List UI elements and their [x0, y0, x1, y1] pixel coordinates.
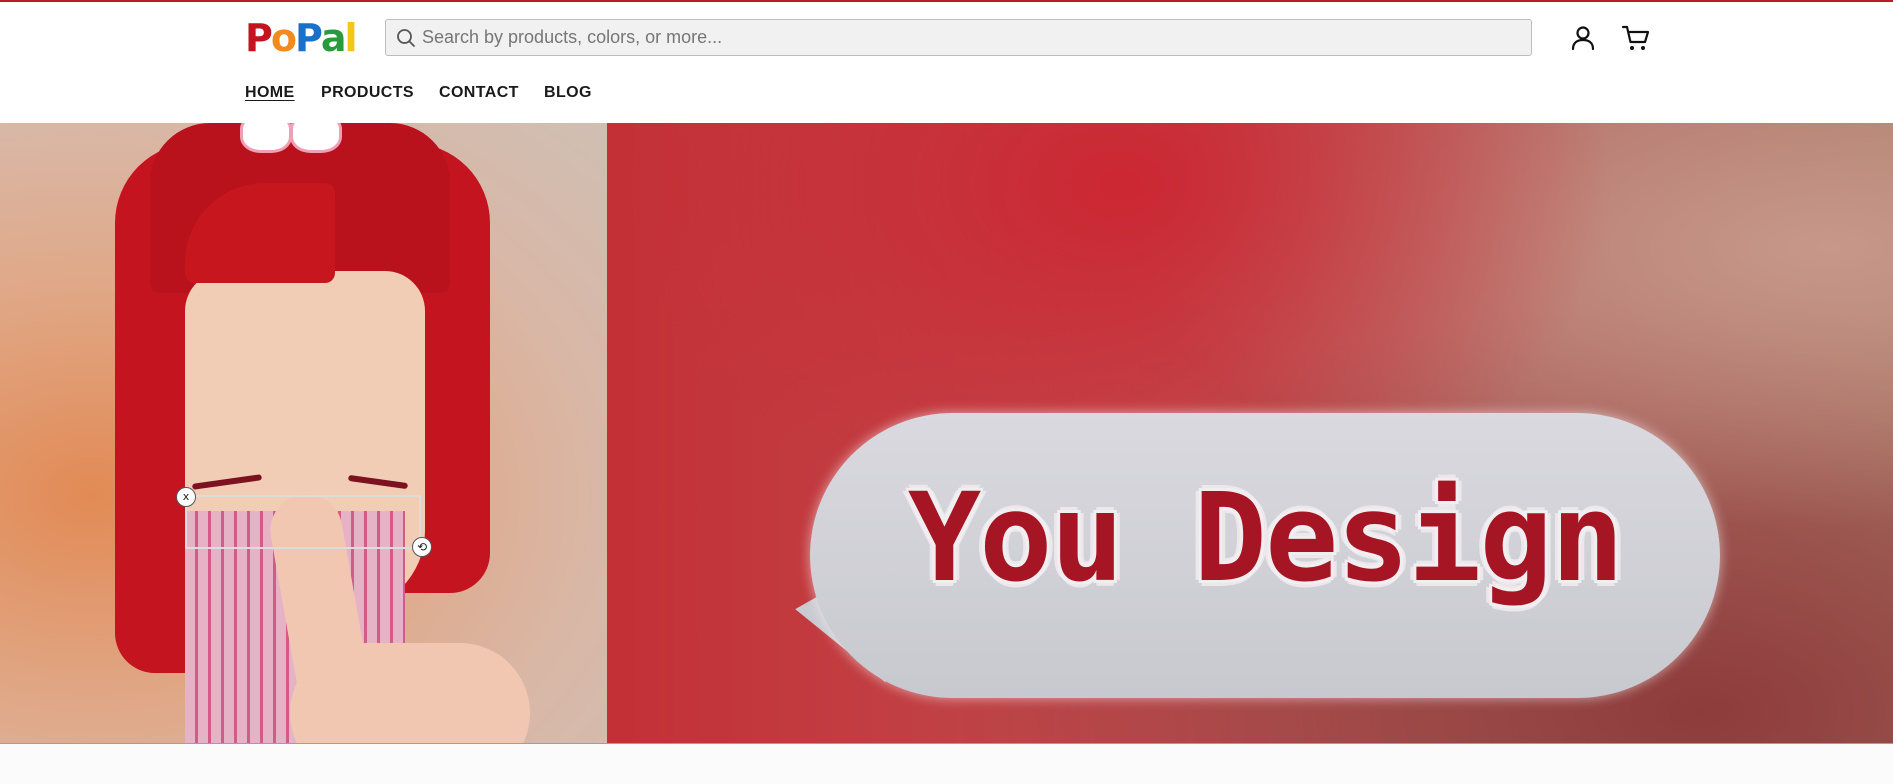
selection-box[interactable] — [185, 495, 421, 549]
below-hero-section — [0, 743, 1893, 784]
nav-item-home[interactable]: HOME — [245, 84, 295, 102]
logo-letter: o — [270, 16, 297, 60]
search-bar[interactable] — [385, 19, 1532, 56]
nav-item-products[interactable]: PRODUCTS — [321, 84, 414, 102]
logo-letter: l — [344, 16, 357, 60]
logo-letter: P — [245, 16, 273, 60]
hero-banner[interactable]: x ⟲ You Design — [0, 123, 1893, 743]
cart-icon[interactable] — [1620, 22, 1652, 54]
bow-ornament — [240, 123, 292, 153]
brand-logo[interactable]: PoPal — [245, 16, 360, 60]
hero-figure-image: x ⟲ — [0, 123, 607, 743]
nav-item-blog[interactable]: BLOG — [544, 84, 592, 102]
brand-logo-wordmark: PoPal — [245, 16, 358, 60]
logo-letter: P — [294, 16, 323, 60]
selection-close-handle[interactable]: x — [176, 487, 196, 507]
nav-item-contact[interactable]: CONTACT — [439, 84, 519, 102]
user-icon[interactable] — [1567, 22, 1599, 54]
selection-rotate-handle[interactable]: ⟲ — [412, 537, 432, 557]
search-icon — [397, 29, 415, 47]
search-input[interactable] — [422, 20, 1522, 55]
logo-letter: a — [320, 16, 347, 60]
hero-headline: You Design — [907, 467, 1625, 609]
site-header: PoPal HOME PRODUCTS CONTACT BLOG — [0, 2, 1893, 123]
